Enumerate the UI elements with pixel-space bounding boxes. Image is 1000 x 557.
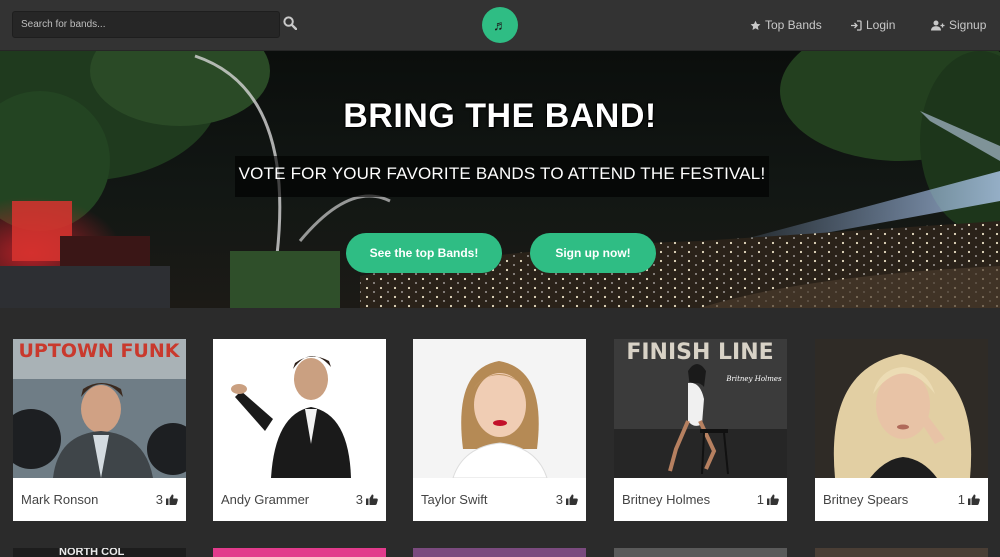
band-card-partial[interactable]: NORTH COL	[13, 548, 186, 557]
vote-count[interactable]: 3	[356, 492, 378, 507]
band-card[interactable]: Andy Grammer 3	[213, 339, 386, 521]
band-name: Britney Spears	[823, 492, 909, 507]
nav-login-label: Login	[866, 18, 896, 32]
thumbs-up-icon	[366, 494, 378, 505]
nav-signup-link[interactable]: Signup	[931, 17, 986, 33]
sign-up-now-button[interactable]: Sign up now!	[530, 233, 656, 273]
thumbs-up-icon	[566, 494, 578, 505]
band-photo	[815, 339, 988, 478]
band-name: Andy Grammer	[221, 492, 310, 507]
band-card-partial[interactable]	[815, 548, 988, 557]
band-name: Taylor Swift	[421, 492, 488, 507]
vote-count[interactable]: 3	[156, 492, 178, 507]
band-card[interactable]: FINISH LINE Britney Holmes Britney Holme…	[614, 339, 787, 521]
band-card[interactable]: Taylor Swift 3	[413, 339, 586, 521]
thumbs-up-icon	[968, 494, 980, 505]
sign-in-icon	[851, 19, 862, 31]
nav-login-link[interactable]: Login	[850, 17, 895, 33]
poster-text: NORTH COL	[59, 548, 125, 557]
see-top-bands-button[interactable]: See the top Bands!	[346, 233, 502, 273]
logo-button[interactable]: ♬	[482, 7, 518, 43]
poster-text: UPTOWN FUNK	[19, 340, 181, 362]
nav-top-bands-label: Top Bands	[765, 18, 822, 32]
band-photo	[413, 339, 586, 478]
nav-signup-label: Signup	[949, 18, 987, 32]
poster-text: FINISH LINE	[626, 340, 773, 365]
search-icon[interactable]	[283, 16, 298, 31]
search-box	[12, 11, 280, 38]
band-card-partial[interactable]	[413, 548, 586, 557]
band-card[interactable]: Britney Spears 1	[815, 339, 988, 521]
thumbs-up-icon	[767, 494, 779, 505]
vote-count-value: 1	[756, 492, 764, 507]
vote-count-value: 1	[957, 492, 965, 507]
vote-count[interactable]: 1	[757, 492, 779, 507]
band-photo	[213, 339, 386, 478]
band-card-partial[interactable]	[614, 548, 787, 557]
vote-count-value: 3	[555, 492, 563, 507]
band-card[interactable]: UPTOWN FUNK Mark Ronson 3	[13, 339, 186, 521]
nav-top-bands-link[interactable]: Top Bands	[750, 17, 822, 33]
band-photo: FINISH LINE Britney Holmes	[614, 339, 787, 478]
star-icon	[750, 20, 761, 30]
music-note-icon: ♬	[493, 17, 507, 33]
band-photo: UPTOWN FUNK	[13, 339, 186, 478]
user-plus-icon	[931, 20, 945, 30]
hero-title: BRING THE BAND!	[343, 97, 657, 135]
vote-count[interactable]: 1	[958, 492, 980, 507]
thumbs-up-icon	[166, 494, 178, 505]
band-name: Britney Holmes	[622, 492, 711, 507]
band-card-partial[interactable]	[213, 548, 386, 557]
vote-count-value: 3	[355, 492, 363, 507]
search-input[interactable]	[12, 11, 280, 38]
band-name: Mark Ronson	[21, 492, 99, 507]
navbar: ♬ Top Bands Login Signup	[0, 0, 1000, 51]
hero-banner: BRING THE BAND! VOTE FOR YOUR FAVORITE B…	[0, 51, 1000, 308]
hero-subtitle: VOTE FOR YOUR FAVORITE BANDS TO ATTEND T…	[238, 164, 766, 183]
signature: Britney Holmes	[725, 375, 782, 383]
vote-count[interactable]: 3	[556, 492, 578, 507]
vote-count-value: 3	[155, 492, 163, 507]
